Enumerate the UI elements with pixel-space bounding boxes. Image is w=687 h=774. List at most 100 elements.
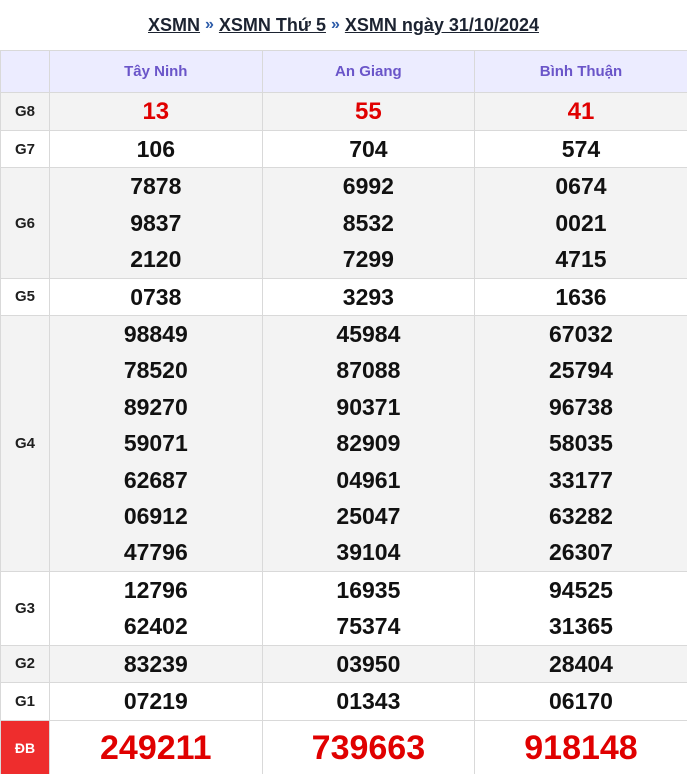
- result-number: 41: [567, 98, 595, 125]
- result-number: 0738: [130, 283, 182, 310]
- header-corner-cell: [0, 50, 50, 93]
- result-number: 704: [349, 136, 388, 162]
- prize-row-g6: G6 7878 9837 2120 6992 8532 7299 0674 0021 4715: [0, 167, 687, 279]
- prize-label: G8: [0, 92, 50, 131]
- result-cell: 45984 87088 90371 82909 04961 25047 39104: [261, 315, 476, 572]
- result-number: 59071: [123, 430, 188, 457]
- prize-label: G4: [0, 315, 50, 572]
- result-number: 58035: [549, 430, 613, 457]
- breadcrumb-link-weekday[interactable]: XSMN Thứ 5: [219, 15, 326, 36]
- prize-label: G7: [0, 129, 50, 169]
- header-row: Tây Ninh An Giang Bình Thuận: [0, 50, 687, 93]
- result-number: 07219: [123, 688, 188, 715]
- result-number: 574: [561, 136, 601, 162]
- prize-label: G2: [0, 644, 50, 684]
- prize-row-special: ĐB 249211 739663 918148: [0, 719, 687, 774]
- result-number: 62687: [123, 466, 188, 493]
- result-number: 739663: [311, 729, 426, 767]
- result-number: 89270: [123, 393, 188, 420]
- result-cell: 12796 62402: [49, 570, 263, 646]
- prize-body: G8 13 55 41 G7 106 704 574 G6 7878 9837 2120 6992 8…: [0, 92, 687, 774]
- result-number: 94525: [549, 576, 613, 603]
- result-number: 26307: [549, 539, 613, 566]
- breadcrumb-link-date[interactable]: XSMN ngày 31/10/2024: [345, 15, 539, 36]
- result-number: 25047: [336, 503, 401, 530]
- result-number: 28404: [549, 650, 613, 677]
- result-cell: 6992 8532 7299: [261, 167, 476, 279]
- result-number: 4715: [555, 246, 607, 273]
- result-cell: 16935 75374: [261, 570, 476, 646]
- results-table: Tây Ninh An Giang Bình Thuận G8 13 55 41 G7…: [0, 50, 687, 774]
- result-number: 03950: [336, 650, 401, 677]
- result-cell: 106: [49, 129, 263, 169]
- result-number: 7299: [342, 246, 394, 273]
- result-number: 04961: [336, 466, 401, 493]
- result-cell: 704: [261, 129, 476, 169]
- result-number: 98849: [123, 321, 188, 348]
- result-cell: 249211: [49, 719, 263, 774]
- result-cell: 0738: [49, 277, 263, 317]
- result-number: 87088: [336, 357, 401, 384]
- result-number: 78520: [123, 357, 188, 384]
- result-cell: 574: [474, 129, 687, 169]
- result-number: 31365: [549, 613, 613, 640]
- result-cell: 739663: [261, 719, 476, 774]
- province-header[interactable]: Bình Thuận: [474, 50, 687, 93]
- breadcrumb-link-xsmn[interactable]: XSMN: [148, 15, 200, 36]
- result-number: 55: [355, 98, 382, 125]
- result-cell: 13: [49, 92, 263, 131]
- result-number: 33177: [549, 466, 613, 493]
- prize-label: G6: [0, 167, 50, 279]
- prize-label: ĐB: [0, 719, 50, 774]
- result-cell: 1636: [474, 277, 687, 317]
- result-number: 16935: [336, 576, 401, 603]
- prize-row-g8: G8 13 55 41: [0, 92, 687, 131]
- result-number: 01343: [336, 688, 401, 715]
- result-cell: 94525 31365: [474, 570, 687, 646]
- result-number: 6992: [342, 173, 394, 200]
- prize-label: G3: [0, 570, 50, 646]
- result-cell: 03950: [261, 644, 476, 684]
- province-header[interactable]: An Giang: [261, 50, 476, 93]
- result-cell: 0674 0021 4715: [474, 167, 687, 279]
- result-number: 0674: [555, 173, 607, 200]
- result-cell: 06170: [474, 682, 687, 721]
- breadcrumb-separator: »: [330, 16, 340, 33]
- result-number: 75374: [336, 613, 401, 640]
- result-number: 62402: [123, 613, 188, 640]
- prize-row-g7: G7 106 704 574: [0, 129, 687, 169]
- result-number: 12796: [123, 576, 188, 603]
- province-header[interactable]: Tây Ninh: [49, 50, 263, 93]
- result-number: 3293: [342, 283, 394, 310]
- result-number: 06170: [549, 688, 613, 715]
- result-number: 0021: [555, 209, 607, 236]
- breadcrumb-separator: »: [205, 16, 214, 33]
- result-cell: 67032 25794 96738 58035 33177 63282 26307: [474, 315, 687, 572]
- result-number: 7878: [130, 173, 182, 200]
- result-cell: 55: [261, 92, 476, 131]
- result-number: 9837: [130, 209, 182, 236]
- result-cell: 83239: [49, 644, 263, 684]
- result-number: 25794: [549, 357, 613, 384]
- prize-row-g2: G2 83239 03950 28404: [0, 644, 687, 684]
- result-number: 13: [142, 98, 170, 125]
- result-number: 83239: [123, 650, 188, 677]
- prize-row-g5: G5 0738 3293 1636: [0, 277, 687, 317]
- breadcrumb: XSMN » XSMN Thứ 5 » XSMN ngày 31/10/2024: [0, 0, 687, 50]
- result-cell: 28404: [474, 644, 687, 684]
- result-number: 106: [136, 136, 175, 162]
- result-number: 2120: [130, 246, 182, 273]
- result-number: 47796: [123, 539, 188, 566]
- result-number: 39104: [336, 539, 401, 566]
- prize-label: G1: [0, 682, 50, 721]
- result-number: 06912: [123, 503, 188, 530]
- result-cell: 7878 9837 2120: [49, 167, 263, 279]
- result-number: 82909: [336, 430, 401, 457]
- result-number: 67032: [549, 321, 613, 348]
- result-number: 63282: [549, 503, 613, 530]
- prize-row-g1: G1 07219 01343 06170: [0, 682, 687, 721]
- result-cell: 07219: [49, 682, 263, 721]
- result-cell: 918148: [474, 719, 687, 774]
- result-number: 249211: [100, 729, 212, 767]
- result-cell: 3293: [261, 277, 476, 317]
